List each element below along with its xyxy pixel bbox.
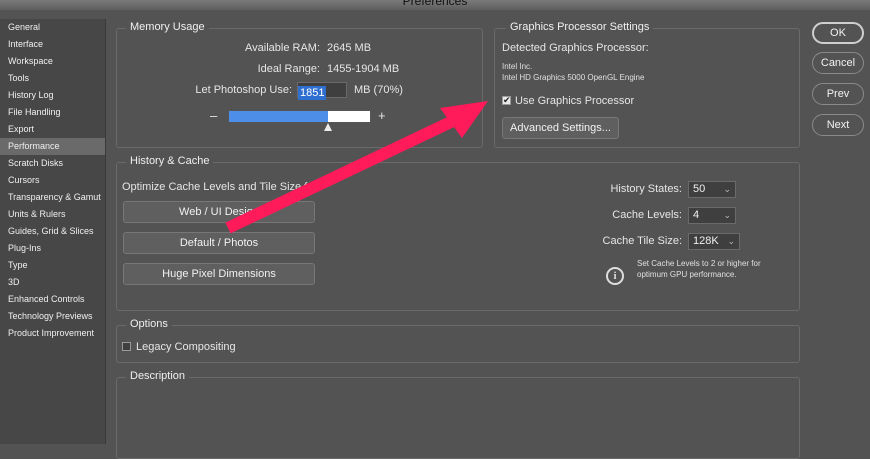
sidebar-item-general[interactable]: General — [0, 19, 105, 36]
available-ram-label: Available RAM: — [245, 42, 320, 54]
chevron-down-icon: ⌄ — [723, 184, 731, 194]
sidebar-item-history-log[interactable]: History Log — [0, 87, 105, 104]
history-cache-title: History & Cache — [126, 155, 214, 167]
cache-tile-size-label: Cache Tile Size: — [602, 235, 682, 247]
sidebar-item-type[interactable]: Type — [0, 257, 105, 274]
legacy-compositing-checkbox[interactable] — [122, 342, 131, 351]
sidebar-item-plug-ins[interactable]: Plug-Ins — [0, 240, 105, 257]
preferences-sidebar: General Interface Workspace Tools Histor… — [0, 19, 106, 444]
web-ui-design-button[interactable]: Web / UI Design — [123, 201, 315, 223]
sidebar-item-workspace[interactable]: Workspace — [0, 53, 105, 70]
sidebar-item-performance[interactable]: Performance — [0, 138, 105, 155]
options-title: Options — [126, 318, 172, 330]
memory-usage-title: Memory Usage — [126, 21, 209, 33]
use-gpu-label: Use Graphics Processor — [515, 95, 635, 107]
chevron-down-icon: ⌄ — [723, 210, 731, 220]
sidebar-item-technology-previews[interactable]: Technology Previews — [0, 308, 105, 325]
cache-tile-size-value: 128K — [693, 235, 719, 247]
ideal-range-label: Ideal Range: — [257, 63, 320, 75]
history-states-label: History States: — [610, 183, 682, 195]
description-title: Description — [126, 370, 190, 382]
description-panel — [116, 377, 800, 459]
ideal-range-value: 1455-1904 MB — [327, 63, 400, 75]
chevron-down-icon: ⌄ — [727, 236, 735, 246]
history-states-value: 50 — [693, 183, 706, 195]
window-title: Preferences — [402, 0, 468, 8]
default-photos-button[interactable]: Default / Photos — [123, 232, 315, 254]
use-gpu-checkbox[interactable]: ✔ — [502, 96, 511, 105]
photoshop-use-unit: MB (70%) — [354, 84, 403, 96]
sidebar-item-export[interactable]: Export — [0, 121, 105, 138]
memory-slider-fill — [229, 111, 328, 122]
detected-gpu-label: Detected Graphics Processor: — [502, 42, 649, 54]
sidebar-item-scratch-disks[interactable]: Scratch Disks — [0, 155, 105, 172]
ok-button[interactable]: OK — [812, 22, 864, 44]
sidebar-item-transparency-gamut[interactable]: Transparency & Gamut — [0, 189, 105, 206]
slider-minus-label: – — [210, 108, 218, 123]
sidebar-item-tools[interactable]: Tools — [0, 70, 105, 87]
slider-plus-label: + — [378, 108, 386, 123]
next-button[interactable]: Next — [812, 114, 864, 136]
cache-levels-select[interactable]: 4 ⌄ — [688, 207, 736, 224]
sidebar-item-3d[interactable]: 3D — [0, 274, 105, 291]
sidebar-item-enhanced-controls[interactable]: Enhanced Controls — [0, 291, 105, 308]
cache-info-line2: optimum GPU performance. — [637, 270, 737, 279]
cache-info-line1: Set Cache Levels to 2 or higher for — [637, 259, 761, 268]
sidebar-item-units-rulers[interactable]: Units & Rulers — [0, 206, 105, 223]
legacy-compositing-label: Legacy Compositing — [136, 341, 236, 353]
available-ram-value: 2645 MB — [327, 42, 372, 54]
gpu-vendor: Intel Inc. — [502, 62, 533, 71]
memory-slider-track[interactable] — [228, 110, 371, 123]
history-states-select[interactable]: 50 ⌄ — [688, 181, 736, 198]
memory-slider-thumb[interactable] — [324, 123, 332, 131]
sidebar-item-interface[interactable]: Interface — [0, 36, 105, 53]
title-bar: Preferences — [0, 0, 870, 10]
cache-levels-label: Cache Levels: — [612, 209, 682, 221]
graphics-processor-title: Graphics Processor Settings — [506, 21, 654, 33]
cache-levels-value: 4 — [693, 209, 700, 221]
huge-pixel-dimensions-button[interactable]: Huge Pixel Dimensions — [123, 263, 315, 285]
sidebar-item-cursors[interactable]: Cursors — [0, 172, 105, 189]
info-icon: i — [606, 267, 624, 285]
advanced-settings-button[interactable]: Advanced Settings... — [502, 117, 619, 139]
optimize-cache-label: Optimize Cache Levels and Tile Size for: — [122, 181, 321, 193]
prev-button[interactable]: Prev — [812, 83, 864, 105]
cancel-button[interactable]: Cancel — [812, 52, 864, 74]
photoshop-use-label: Let Photoshop Use: — [195, 84, 292, 96]
photoshop-use-input[interactable]: 1851 — [297, 82, 347, 100]
photoshop-use-value: 1851 — [298, 86, 327, 100]
gpu-engine: Intel HD Graphics 5000 OpenGL Engine — [502, 73, 645, 82]
cache-tile-size-select[interactable]: 128K ⌄ — [688, 233, 740, 250]
sidebar-item-product-improvement[interactable]: Product Improvement — [0, 325, 105, 342]
sidebar-item-guides-grid-slices[interactable]: Guides, Grid & Slices — [0, 223, 105, 240]
sidebar-item-file-handling[interactable]: File Handling — [0, 104, 105, 121]
